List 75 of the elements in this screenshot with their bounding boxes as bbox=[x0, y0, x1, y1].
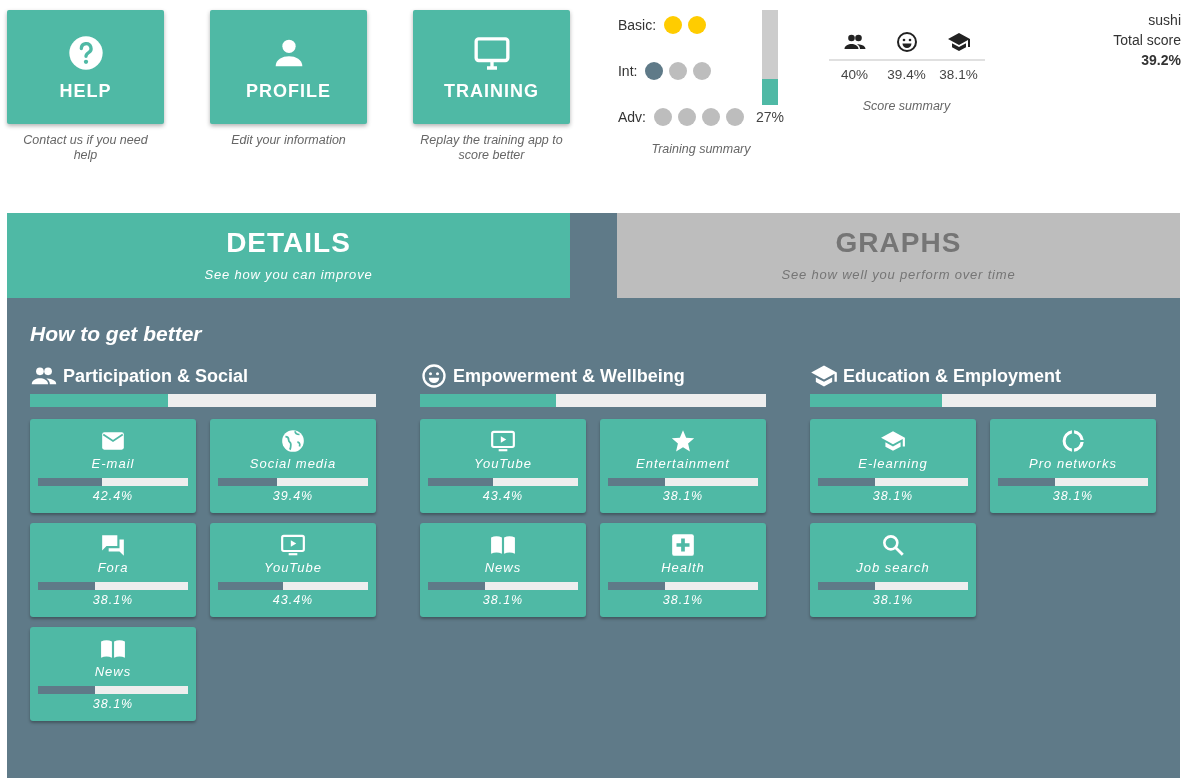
summary-caption: Training summary bbox=[651, 142, 751, 157]
card-percentage: 39.4% bbox=[272, 489, 314, 503]
tab-title: GRAPHS bbox=[835, 227, 962, 259]
section-heading: How to get better bbox=[30, 322, 204, 346]
card-label: News bbox=[94, 664, 132, 679]
total-score-value: 39.2% bbox=[1141, 51, 1181, 70]
activity-card[interactable]: Social media 39.4% bbox=[210, 419, 376, 513]
smiley-icon bbox=[420, 362, 448, 390]
nav-button[interactable]: PROFILE bbox=[210, 10, 367, 124]
play-screen-icon bbox=[490, 428, 516, 454]
activity-card[interactable]: Fora 38.1% bbox=[30, 523, 196, 617]
score-value: 39.4% bbox=[887, 67, 926, 82]
nav-button[interactable]: HELP bbox=[7, 10, 164, 124]
category-title: Empowerment & Wellbeing bbox=[453, 365, 685, 387]
tab-subtitle: See how well you perform over time bbox=[781, 267, 1016, 282]
search-icon bbox=[880, 532, 906, 558]
card-percentage: 38.1% bbox=[1052, 489, 1094, 503]
card-percentage: 43.4% bbox=[272, 593, 314, 607]
card-label: E-mail bbox=[91, 456, 135, 471]
card-percentage: 38.1% bbox=[662, 593, 704, 607]
level-label: Int: bbox=[617, 63, 638, 79]
globe-icon bbox=[280, 428, 306, 454]
card-label: Social media bbox=[249, 456, 337, 471]
activity-card[interactable]: Entertainment 38.1% bbox=[600, 419, 766, 513]
button-caption: Replay the training app to score better bbox=[419, 133, 564, 163]
card-label: E-learning bbox=[858, 456, 928, 471]
card-label: Health bbox=[661, 560, 705, 575]
total-score-label: Total score bbox=[1113, 31, 1181, 50]
button-caption: Contact us if you need help bbox=[22, 133, 149, 163]
chat-bubbles-icon bbox=[100, 532, 126, 558]
category-title: Education & Employment bbox=[843, 365, 1062, 387]
card-percentage: 38.1% bbox=[662, 489, 704, 503]
progress-reading: 27% bbox=[756, 109, 784, 125]
card-label: Entertainment bbox=[636, 456, 730, 471]
card-percentage: 42.4% bbox=[92, 489, 134, 503]
activity-card[interactable]: News 38.1% bbox=[420, 523, 586, 617]
score-value: 40% bbox=[841, 67, 868, 82]
card-label: Job search bbox=[856, 560, 930, 575]
tab[interactable]: DETAILS See how you can improve bbox=[7, 213, 570, 298]
activity-card[interactable]: Pro networks 38.1% bbox=[990, 419, 1156, 513]
activity-card[interactable]: Job search 38.1% bbox=[810, 523, 976, 617]
tab-title: DETAILS bbox=[226, 227, 351, 259]
activity-card[interactable]: E-learning 38.1% bbox=[810, 419, 976, 513]
button-caption: Edit your information bbox=[231, 133, 346, 148]
summary-caption: Score summary bbox=[862, 99, 951, 114]
play-screen-icon bbox=[280, 532, 306, 558]
activity-card[interactable]: News 38.1% bbox=[30, 627, 196, 721]
category-title: Participation & Social bbox=[63, 365, 249, 387]
card-percentage: 38.1% bbox=[872, 593, 914, 607]
level-label: Basic: bbox=[617, 17, 657, 33]
card-label: YouTube bbox=[263, 560, 323, 575]
card-label: Pro networks bbox=[1029, 456, 1117, 471]
star-icon bbox=[670, 428, 696, 454]
tab-subtitle: See how you can improve bbox=[204, 267, 373, 282]
tab[interactable]: GRAPHS See how well you perform over time bbox=[617, 213, 1180, 298]
medical-cross-icon bbox=[670, 532, 696, 558]
card-label: Fora bbox=[97, 560, 129, 575]
card-percentage: 38.1% bbox=[92, 593, 134, 607]
score-value: 38.1% bbox=[939, 67, 978, 82]
user-name: sushi bbox=[1148, 11, 1181, 30]
card-label: News bbox=[484, 560, 522, 575]
card-percentage: 43.4% bbox=[482, 489, 524, 503]
smiley-icon bbox=[894, 30, 919, 54]
card-percentage: 38.1% bbox=[872, 489, 914, 503]
activity-card[interactable]: Health 38.1% bbox=[600, 523, 766, 617]
activity-card[interactable]: YouTube 43.4% bbox=[420, 419, 586, 513]
card-percentage: 38.1% bbox=[482, 593, 524, 607]
ring-icon bbox=[1060, 428, 1086, 454]
card-label: YouTube bbox=[473, 456, 533, 471]
graduation-cap-icon bbox=[946, 30, 971, 54]
level-label: Adv: bbox=[617, 109, 646, 125]
nav-button[interactable]: TRAINING bbox=[413, 10, 570, 124]
activity-card[interactable]: YouTube 43.4% bbox=[210, 523, 376, 617]
card-percentage: 38.1% bbox=[92, 697, 134, 711]
activity-card[interactable]: E-mail 42.4% bbox=[30, 419, 196, 513]
